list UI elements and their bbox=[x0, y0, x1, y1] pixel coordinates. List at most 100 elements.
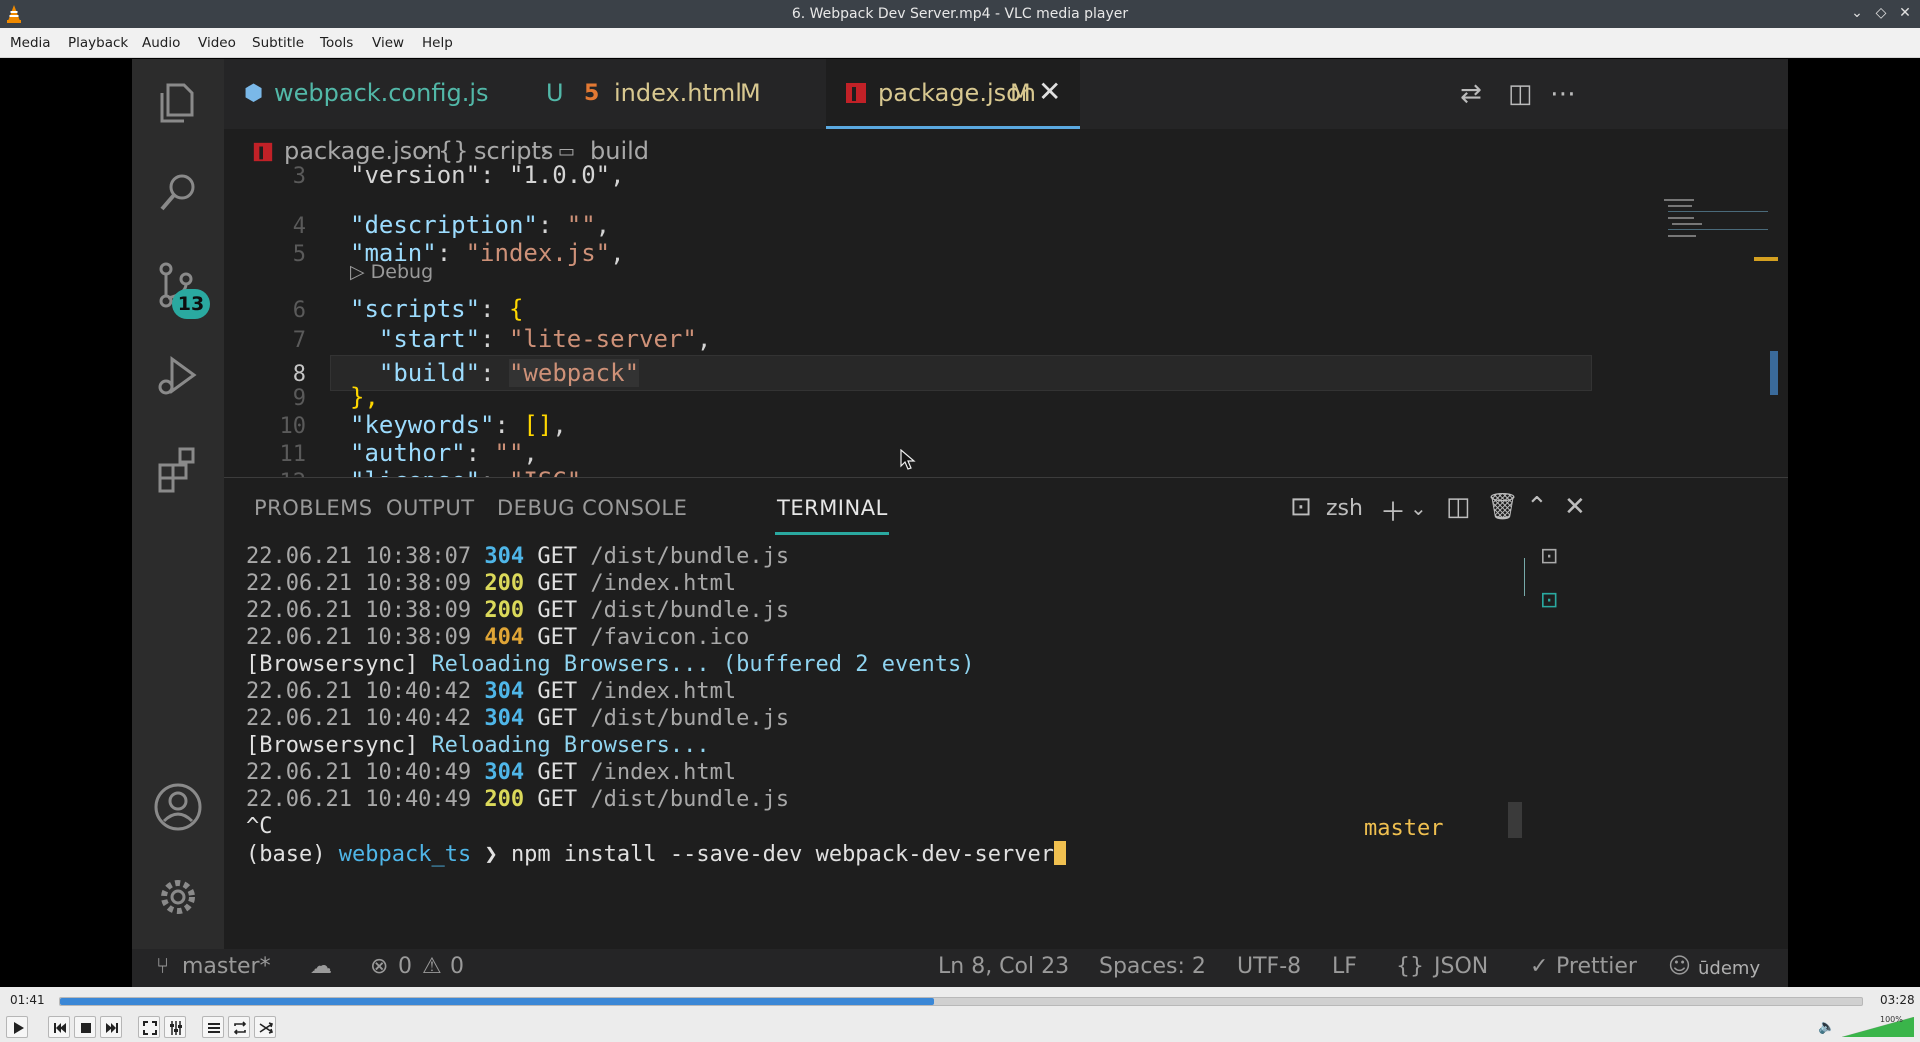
braces-icon: {} bbox=[1396, 954, 1424, 979]
more-actions-icon[interactable]: ⋯ bbox=[1550, 79, 1576, 109]
stop-icon bbox=[81, 1023, 91, 1033]
tab-status: U bbox=[546, 79, 564, 107]
previous-button[interactable] bbox=[48, 1016, 70, 1038]
code-line: 3 "version": "1.0.0", bbox=[292, 161, 625, 189]
tab-problems[interactable]: PROBLEMS bbox=[254, 496, 373, 520]
extended-settings-button[interactable] bbox=[164, 1016, 186, 1038]
html-file-icon: 5 bbox=[584, 81, 600, 106]
split-editor-icon[interactable]: ◫ bbox=[1508, 79, 1533, 109]
minimize-button[interactable]: ⌄ bbox=[1848, 4, 1866, 22]
play-icon bbox=[14, 1022, 24, 1034]
menu-subtitle[interactable]: Subtitle bbox=[252, 35, 304, 51]
play-button[interactable] bbox=[6, 1016, 28, 1038]
stop-button[interactable] bbox=[74, 1016, 96, 1038]
seek-progress bbox=[60, 998, 934, 1005]
error-icon: ⊗ bbox=[370, 954, 389, 979]
tab-webpack-config[interactable]: ⬢ webpack.config.js U bbox=[224, 59, 574, 129]
add-terminal-icon[interactable]: ＋ bbox=[1380, 492, 1406, 529]
video-area[interactable]: 13 ⬢ webpack.config.js U 5 index.html M … bbox=[0, 59, 1920, 987]
tab-output[interactable]: OUTPUT bbox=[386, 496, 475, 520]
search-icon bbox=[160, 174, 195, 211]
scrollbar-thumb[interactable] bbox=[1770, 351, 1778, 395]
tab-index-html[interactable]: 5 index.html M bbox=[574, 59, 818, 129]
fullscreen-button[interactable] bbox=[138, 1016, 160, 1038]
status-warnings[interactable]: 0 bbox=[450, 954, 464, 979]
status-language[interactable]: JSON bbox=[1434, 954, 1488, 979]
sync-icon[interactable]: ☁ bbox=[310, 954, 332, 979]
code-line: 9 }, bbox=[292, 383, 379, 411]
code-line: 7 "start": "lite-server", bbox=[292, 325, 712, 353]
video-frame: 13 ⬢ webpack.config.js U 5 index.html M … bbox=[132, 59, 1788, 987]
menu-audio[interactable]: Audio bbox=[142, 35, 180, 51]
active-tab-indicator bbox=[775, 532, 889, 535]
compare-changes-icon[interactable]: ⇄ bbox=[1460, 79, 1482, 109]
status-position[interactable]: Ln 8, Col 23 bbox=[938, 954, 1069, 979]
account-icon bbox=[154, 783, 202, 831]
split-terminal-icon[interactable]: ◫ bbox=[1446, 492, 1471, 522]
trash-icon[interactable]: 🗑 bbox=[1486, 492, 1519, 522]
close-window-button[interactable]: ✕ bbox=[1896, 4, 1914, 22]
shuffle-button[interactable] bbox=[254, 1016, 276, 1038]
menu-video[interactable]: Video bbox=[198, 35, 236, 51]
volume-label: 100% bbox=[1880, 1015, 1903, 1024]
menu-view[interactable]: View bbox=[372, 35, 404, 51]
playlist-button[interactable] bbox=[202, 1016, 224, 1038]
text-cursor bbox=[1054, 841, 1066, 865]
loop-icon bbox=[233, 1021, 247, 1035]
feedback-icon[interactable]: ☺ bbox=[1668, 954, 1691, 979]
status-errors[interactable]: 0 bbox=[398, 954, 412, 979]
close-panel-icon[interactable]: ✕ bbox=[1564, 492, 1586, 522]
status-formatter[interactable]: Prettier bbox=[1556, 954, 1637, 979]
extensions-icon bbox=[158, 447, 195, 493]
menu-bar: Media Playback Audio Video Subtitle Tool… bbox=[0, 28, 1920, 58]
shell-name[interactable]: zsh bbox=[1326, 496, 1363, 521]
play-icon: ▷ bbox=[350, 261, 371, 283]
status-encoding[interactable]: UTF-8 bbox=[1237, 954, 1301, 979]
tab-status: M bbox=[1010, 79, 1031, 107]
sliders-icon bbox=[170, 1021, 182, 1035]
terminal-instance-icon[interactable]: ⊡ bbox=[1540, 544, 1584, 576]
status-branch[interactable]: master* bbox=[182, 954, 271, 979]
minimap[interactable] bbox=[1664, 197, 1774, 257]
chevron-down-icon[interactable]: ⌄ bbox=[1410, 496, 1427, 520]
code-editor[interactable]: 3 "version": "1.0.0", 4 "description": "… bbox=[224, 161, 1788, 495]
code-line: 6 "scripts": { bbox=[292, 295, 524, 323]
tab-label: index.html bbox=[614, 79, 742, 107]
terminal-prompt: (base) webpack_ts ❯ npm install --save-d… bbox=[246, 841, 1066, 867]
status-eol[interactable]: LF bbox=[1332, 954, 1357, 979]
code-line: 4 "description": "", bbox=[292, 211, 611, 239]
bottom-panel: PROBLEMS OUTPUT DEBUG CONSOLE TERMINAL ⊡… bbox=[224, 477, 1788, 949]
next-button[interactable] bbox=[100, 1016, 122, 1038]
next-icon bbox=[106, 1023, 118, 1033]
activity-bar: 13 bbox=[132, 59, 224, 949]
tab-terminal[interactable]: TERMINAL bbox=[777, 496, 888, 520]
terminal-instance-active-icon[interactable]: ⊡ bbox=[1540, 588, 1584, 620]
menu-media[interactable]: Media bbox=[10, 35, 51, 51]
menu-playback[interactable]: Playback bbox=[68, 35, 128, 51]
loop-button[interactable] bbox=[228, 1016, 250, 1038]
branch-icon: ⑂ bbox=[156, 954, 170, 979]
status-spaces[interactable]: Spaces: 2 bbox=[1099, 954, 1206, 979]
webpack-file-icon: ⬢ bbox=[244, 81, 264, 106]
maximize-button[interactable]: ◇ bbox=[1872, 4, 1890, 22]
code-line: 5 "main": "index.js", bbox=[292, 239, 625, 267]
volume-slider[interactable] bbox=[1842, 1017, 1914, 1037]
terminal-scrollbar[interactable] bbox=[1508, 802, 1522, 838]
run-debug-icon bbox=[158, 356, 197, 395]
tab-package-json[interactable]: package.json M ✕ bbox=[826, 59, 1080, 129]
terminal-list-divider bbox=[1524, 558, 1525, 596]
debug-codelens[interactable]: ▷ Debug bbox=[350, 261, 433, 283]
menu-help[interactable]: Help bbox=[422, 35, 453, 51]
tab-status: M bbox=[740, 79, 761, 107]
speaker-icon[interactable]: 🔈 bbox=[1818, 1019, 1835, 1035]
maximize-panel-icon[interactable]: ⌃ bbox=[1526, 492, 1548, 522]
fullscreen-icon bbox=[143, 1021, 157, 1035]
menu-tools[interactable]: Tools bbox=[320, 35, 353, 51]
scm-badge: 13 bbox=[172, 289, 210, 319]
tab-debug-console[interactable]: DEBUG CONSOLE bbox=[497, 496, 687, 520]
seek-bar[interactable] bbox=[59, 997, 1863, 1006]
player-controls: 01:41 03:28 🔈 100% bbox=[0, 987, 1920, 1042]
string-icon: ▭ bbox=[558, 141, 576, 162]
elapsed-time: 01:41 bbox=[10, 993, 45, 1007]
close-tab-icon[interactable]: ✕ bbox=[1038, 75, 1061, 108]
